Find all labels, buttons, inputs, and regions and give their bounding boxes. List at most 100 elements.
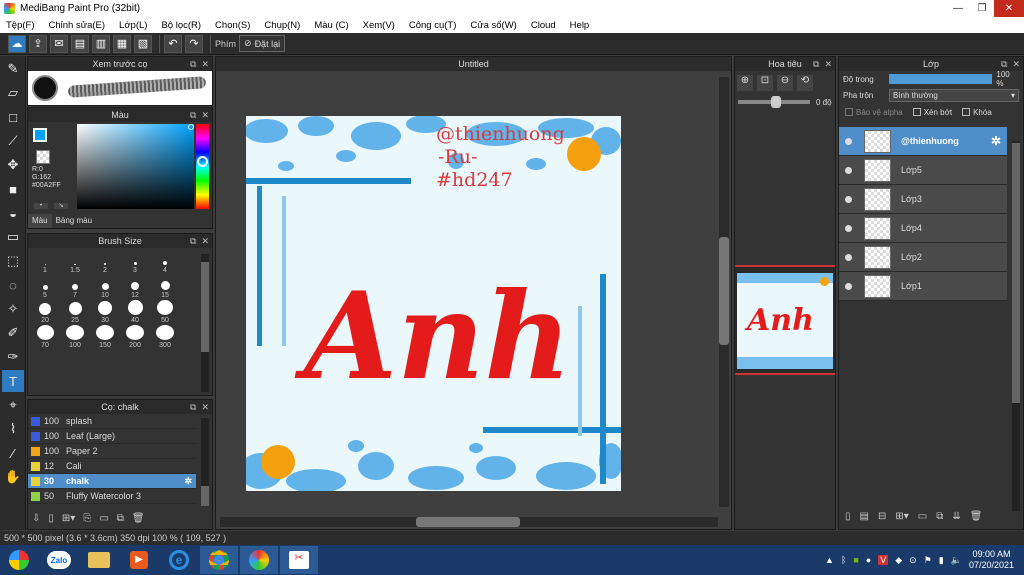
brush-size-option[interactable]: 50 bbox=[150, 300, 180, 325]
hand-tool-icon[interactable]: ✋ bbox=[2, 466, 24, 488]
share-icon[interactable]: ⇪ bbox=[29, 34, 47, 53]
tab-color[interactable]: Màu bbox=[28, 214, 52, 228]
brush-size-option[interactable]: 70 bbox=[30, 325, 60, 350]
close-icon[interactable]: ✕ bbox=[201, 59, 209, 70]
chrome-icon[interactable] bbox=[200, 546, 238, 574]
menu-filter[interactable]: Bộ lọc(R) bbox=[161, 20, 201, 31]
color-picker-cursor[interactable] bbox=[188, 124, 194, 130]
brush-size-option[interactable]: 20 bbox=[30, 300, 60, 325]
menu-edit[interactable]: Chỉnh sửa(E) bbox=[49, 20, 106, 31]
clip-checkbox[interactable] bbox=[912, 108, 921, 116]
eye-icon[interactable] bbox=[845, 166, 852, 174]
add-layer-menu-icon[interactable]: ⊞▾ bbox=[895, 511, 908, 522]
brush-size-option[interactable]: 4 bbox=[150, 250, 180, 275]
comment-icon[interactable]: ✉ bbox=[50, 34, 68, 53]
layer-item[interactable]: Lớp1 bbox=[839, 272, 1007, 301]
brush-size-option[interactable]: 5 bbox=[30, 275, 60, 300]
select-tool-icon[interactable]: ⬚ bbox=[2, 250, 24, 272]
brush-size-option[interactable]: 2 bbox=[90, 250, 120, 275]
page-icon[interactable]: ▥ bbox=[92, 34, 110, 53]
brush-size-option[interactable]: 15 bbox=[150, 275, 180, 300]
blend-select[interactable]: Bình thường ▾ bbox=[889, 88, 1019, 102]
minimize-button[interactable]: — bbox=[946, 0, 970, 17]
pin-icon[interactable]: ⧉ bbox=[190, 110, 196, 121]
menu-window[interactable]: Cửa sổ(W) bbox=[470, 20, 516, 31]
brush-size-option[interactable]: 40 bbox=[120, 300, 150, 325]
eye-icon[interactable] bbox=[845, 282, 852, 290]
file-explorer-icon[interactable] bbox=[80, 546, 118, 574]
canvas-paper[interactable]: @thienhuong -Ru- #hd247 Anh bbox=[246, 116, 621, 491]
cloud-icon[interactable]: ☁ bbox=[8, 34, 26, 53]
new-8bit-layer-icon[interactable]: ⊟ bbox=[878, 511, 886, 522]
select-pen-icon[interactable]: ✐ bbox=[2, 322, 24, 344]
brush-tool-icon[interactable]: ✎ bbox=[2, 58, 24, 80]
close-icon[interactable]: ✕ bbox=[201, 236, 209, 247]
protect-alpha-checkbox[interactable] bbox=[845, 108, 853, 116]
foreground-color-swatch[interactable] bbox=[33, 128, 47, 142]
tray-vpn-icon[interactable]: V bbox=[878, 555, 889, 565]
brush-list-item[interactable]: 100 Leaf (Large) bbox=[28, 429, 196, 444]
close-icon[interactable]: ✕ bbox=[201, 402, 209, 413]
download-brush-icon[interactable]: ⇩ bbox=[32, 513, 40, 524]
tray-language-icon[interactable]: ⊙ bbox=[909, 555, 917, 566]
bucket-tool-icon[interactable]: ◒ bbox=[2, 202, 24, 224]
brush-size-option[interactable]: 12 bbox=[120, 275, 150, 300]
duplicate-icon[interactable]: ⧉ bbox=[117, 513, 124, 524]
text-tool-icon[interactable]: T bbox=[2, 370, 24, 392]
gradient-tool-icon[interactable]: ▭ bbox=[2, 226, 24, 248]
reset-button[interactable]: ⊘ Đặt lại bbox=[239, 35, 286, 52]
color-saturation-field[interactable] bbox=[77, 124, 194, 209]
layer-item[interactable]: Lớp3 bbox=[839, 185, 1007, 214]
menu-snap[interactable]: Chụp(N) bbox=[264, 20, 300, 31]
rotation-slider[interactable] bbox=[738, 96, 810, 108]
brush-size-option[interactable]: 25 bbox=[60, 300, 90, 325]
add-brush-menu-icon[interactable]: ⊞▾ bbox=[62, 513, 75, 524]
document-tab[interactable]: Untitled bbox=[216, 57, 731, 71]
gear-icon[interactable]: ✲ bbox=[184, 476, 192, 487]
nvidia-icon[interactable]: ■ bbox=[853, 555, 858, 565]
lock-checkbox[interactable] bbox=[962, 108, 971, 116]
magic-wand-icon[interactable]: ✧ bbox=[2, 298, 24, 320]
flag-icon[interactable]: ⚑ bbox=[924, 555, 932, 566]
delete-layer-icon[interactable]: 🗑 bbox=[970, 511, 983, 522]
menu-select[interactable]: Chọn(S) bbox=[215, 20, 250, 31]
move-tool-icon[interactable]: ✥ bbox=[2, 154, 24, 176]
eraser-tool-icon[interactable]: ▱ bbox=[2, 82, 24, 104]
new-halftone-layer-icon[interactable]: ▤ bbox=[860, 511, 869, 522]
blur-tool-icon[interactable]: ⌇ bbox=[2, 418, 24, 440]
tray-security-icon[interactable]: ◆ bbox=[895, 555, 902, 566]
layer-scrollbar[interactable] bbox=[1012, 141, 1020, 511]
select-eraser-icon[interactable]: ✑ bbox=[2, 346, 24, 368]
brush-list-item[interactable]: 100 Paper 2 bbox=[28, 444, 196, 459]
pin-icon[interactable]: ⧉ bbox=[190, 59, 196, 70]
fill-square-icon[interactable]: ■ bbox=[2, 178, 24, 200]
maximize-button[interactable]: ❐ bbox=[970, 0, 994, 17]
redo-button[interactable]: ↷ bbox=[185, 34, 203, 53]
tray-app-icon[interactable]: ● bbox=[866, 555, 871, 565]
pages-icon[interactable]: ▧ bbox=[134, 34, 152, 53]
volume-icon[interactable]: 🔈 bbox=[951, 555, 962, 566]
eye-icon[interactable] bbox=[845, 253, 852, 261]
bluetooth-icon[interactable]: ᛒ bbox=[841, 555, 846, 565]
close-icon[interactable]: ✕ bbox=[201, 110, 209, 121]
layer-item[interactable]: Lớp5 bbox=[839, 156, 1007, 185]
brush-settings-icon[interactable]: ⎘ bbox=[83, 513, 91, 524]
medibang-taskbar-icon[interactable] bbox=[240, 546, 278, 574]
pin-icon[interactable]: ⧉ bbox=[813, 59, 819, 70]
zoom-out-icon[interactable]: ⊖ bbox=[777, 75, 793, 91]
pin-icon[interactable]: ⧉ bbox=[190, 402, 196, 413]
zalo-taskbar-icon[interactable]: Zalo bbox=[40, 546, 78, 574]
folder-icon[interactable]: ▭ bbox=[918, 511, 927, 522]
internet-explorer-icon[interactable]: e bbox=[160, 546, 198, 574]
menu-color[interactable]: Màu (C) bbox=[314, 20, 348, 31]
operation-tool-icon[interactable]: ⌖ bbox=[2, 394, 24, 416]
vertical-scrollbar[interactable] bbox=[719, 77, 729, 507]
color-add-button[interactable]: • bbox=[34, 203, 48, 209]
navigator-preview[interactable]: Anh bbox=[735, 265, 835, 375]
brush-size-option[interactable]: 30 bbox=[90, 300, 120, 325]
eye-icon[interactable] bbox=[845, 137, 852, 145]
media-player-icon[interactable]: ▶ bbox=[120, 546, 158, 574]
brush-size-option[interactable]: 7 bbox=[60, 275, 90, 300]
layer-item[interactable]: Lớp4 bbox=[839, 214, 1007, 243]
hue-slider-handle[interactable] bbox=[197, 156, 208, 167]
